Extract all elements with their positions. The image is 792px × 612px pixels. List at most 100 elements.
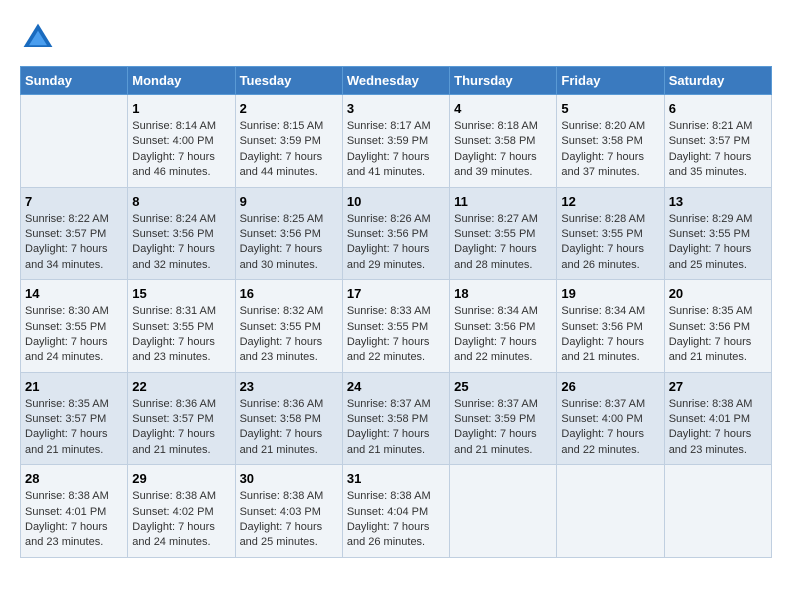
calendar-cell: 16Sunrise: 8:32 AM Sunset: 3:55 PM Dayli… xyxy=(235,280,342,373)
day-number: 30 xyxy=(240,471,338,486)
calendar-cell: 7 Sunrise: 8:22 AM Sunset: 3:57 PM Daylig… xyxy=(21,187,128,280)
calendar-table: SundayMondayTuesdayWednesdayThursdayFrid… xyxy=(20,66,772,558)
calendar-week-row: 28 Sunrise: 8:38 AM Sunset: 4:01 PM Dayli… xyxy=(21,465,772,558)
day-number: 31 xyxy=(347,471,445,486)
header-saturday: Saturday xyxy=(664,67,771,95)
calendar-week-row: 7 Sunrise: 8:22 AM Sunset: 3:57 PM Daylig… xyxy=(21,187,772,280)
day-info: Sunrise: 8:38 AM Sunset: 4:03 PM Dayligh… xyxy=(240,489,338,551)
page-header xyxy=(20,20,772,56)
calendar-cell xyxy=(664,465,771,558)
day-number: 8 xyxy=(132,194,230,209)
day-number: 7 xyxy=(25,194,123,209)
day-info: Sunrise: 8:20 AM Sunset: 3:58 PM Dayligh… xyxy=(561,119,659,181)
calendar-cell: 12 Sunrise: 8:28 AM Sunset: 3:55 PM Dayli… xyxy=(557,187,664,280)
header-sunday: Sunday xyxy=(21,67,128,95)
day-number: 12 xyxy=(561,194,659,209)
calendar-cell: 10 Sunrise: 8:26 AM Sunset: 3:56 PM Dayli… xyxy=(342,187,449,280)
calendar-cell: 8 Sunrise: 8:24 AM Sunset: 3:56 PM Daylig… xyxy=(128,187,235,280)
day-info: Sunrise: 8:38 AM Sunset: 4:02 PM Dayligh… xyxy=(132,489,230,551)
day-number: 15 xyxy=(132,286,230,301)
calendar-cell: 25 Sunrise: 8:37 AM Sunset: 3:59 PM Dayli… xyxy=(450,372,557,465)
day-number: 14 xyxy=(25,286,123,301)
calendar-cell: 28 Sunrise: 8:38 AM Sunset: 4:01 PM Dayli… xyxy=(21,465,128,558)
calendar-cell: 6 Sunrise: 8:21 AM Sunset: 3:57 PM Daylig… xyxy=(664,95,771,188)
day-number: 1 xyxy=(132,101,230,116)
day-number: 24 xyxy=(347,379,445,394)
day-info: Sunrise: 8:36 AM Sunset: 3:58 PM Dayligh… xyxy=(240,397,338,459)
header-wednesday: Wednesday xyxy=(342,67,449,95)
day-info: Sunrise: 8:38 AM Sunset: 4:01 PM Dayligh… xyxy=(669,397,767,459)
day-info: Sunrise: 8:34 AM Sunset: 3:56 PM Dayligh… xyxy=(561,304,659,366)
day-info: Sunrise: 8:38 AM Sunset: 4:04 PM Dayligh… xyxy=(347,489,445,551)
day-number: 19 xyxy=(561,286,659,301)
day-info: Sunrise: 8:26 AM Sunset: 3:56 PM Dayligh… xyxy=(347,212,445,274)
day-number: 18 xyxy=(454,286,552,301)
day-info: Sunrise: 8:33 AM Sunset: 3:55 PM Dayligh… xyxy=(347,304,445,366)
day-info: Sunrise: 8:21 AM Sunset: 3:57 PM Dayligh… xyxy=(669,119,767,181)
calendar-cell: 31 Sunrise: 8:38 AM Sunset: 4:04 PM Dayli… xyxy=(342,465,449,558)
calendar-cell: 21Sunrise: 8:35 AM Sunset: 3:57 PM Dayli… xyxy=(21,372,128,465)
calendar-cell: 13Sunrise: 8:29 AM Sunset: 3:55 PM Dayli… xyxy=(664,187,771,280)
calendar-cell xyxy=(450,465,557,558)
calendar-cell: 22Sunrise: 8:36 AM Sunset: 3:57 PM Dayli… xyxy=(128,372,235,465)
day-number: 4 xyxy=(454,101,552,116)
day-number: 28 xyxy=(25,471,123,486)
day-number: 17 xyxy=(347,286,445,301)
day-info: Sunrise: 8:28 AM Sunset: 3:55 PM Dayligh… xyxy=(561,212,659,274)
day-info: Sunrise: 8:22 AM Sunset: 3:57 PM Dayligh… xyxy=(25,212,123,274)
calendar-cell: 17 Sunrise: 8:33 AM Sunset: 3:55 PM Dayli… xyxy=(342,280,449,373)
day-info: Sunrise: 8:15 AM Sunset: 3:59 PM Dayligh… xyxy=(240,119,338,181)
header-friday: Friday xyxy=(557,67,664,95)
day-info: Sunrise: 8:32 AM Sunset: 3:55 PM Dayligh… xyxy=(240,304,338,366)
day-number: 29 xyxy=(132,471,230,486)
header-tuesday: Tuesday xyxy=(235,67,342,95)
day-info: Sunrise: 8:37 AM Sunset: 3:58 PM Dayligh… xyxy=(347,397,445,459)
day-number: 22 xyxy=(132,379,230,394)
day-number: 21 xyxy=(25,379,123,394)
calendar-cell: 11 Sunrise: 8:27 AM Sunset: 3:55 PM Dayli… xyxy=(450,187,557,280)
day-number: 2 xyxy=(240,101,338,116)
calendar-cell: 19 Sunrise: 8:34 AM Sunset: 3:56 PM Dayli… xyxy=(557,280,664,373)
logo-icon xyxy=(20,20,56,56)
day-info: Sunrise: 8:37 AM Sunset: 4:00 PM Dayligh… xyxy=(561,397,659,459)
day-info: Sunrise: 8:30 AM Sunset: 3:55 PM Dayligh… xyxy=(25,304,123,366)
calendar-week-row: 14 Sunrise: 8:30 AM Sunset: 3:55 PM Dayli… xyxy=(21,280,772,373)
day-number: 26 xyxy=(561,379,659,394)
day-number: 11 xyxy=(454,194,552,209)
calendar-cell: 23 Sunrise: 8:36 AM Sunset: 3:58 PM Dayli… xyxy=(235,372,342,465)
day-info: Sunrise: 8:31 AM Sunset: 3:55 PM Dayligh… xyxy=(132,304,230,366)
calendar-cell xyxy=(557,465,664,558)
day-info: Sunrise: 8:14 AM Sunset: 4:00 PM Dayligh… xyxy=(132,119,230,181)
day-info: Sunrise: 8:18 AM Sunset: 3:58 PM Dayligh… xyxy=(454,119,552,181)
calendar-cell: 3Sunrise: 8:17 AM Sunset: 3:59 PM Daylig… xyxy=(342,95,449,188)
calendar-cell: 4 Sunrise: 8:18 AM Sunset: 3:58 PM Daylig… xyxy=(450,95,557,188)
day-info: Sunrise: 8:24 AM Sunset: 3:56 PM Dayligh… xyxy=(132,212,230,274)
day-number: 3 xyxy=(347,101,445,116)
day-info: Sunrise: 8:37 AM Sunset: 3:59 PM Dayligh… xyxy=(454,397,552,459)
calendar-cell: 9Sunrise: 8:25 AM Sunset: 3:56 PM Daylig… xyxy=(235,187,342,280)
day-info: Sunrise: 8:27 AM Sunset: 3:55 PM Dayligh… xyxy=(454,212,552,274)
day-info: Sunrise: 8:29 AM Sunset: 3:55 PM Dayligh… xyxy=(669,212,767,274)
calendar-cell: 29 Sunrise: 8:38 AM Sunset: 4:02 PM Dayli… xyxy=(128,465,235,558)
calendar-cell: 24 Sunrise: 8:37 AM Sunset: 3:58 PM Dayli… xyxy=(342,372,449,465)
day-number: 23 xyxy=(240,379,338,394)
day-number: 25 xyxy=(454,379,552,394)
calendar-week-row: 21Sunrise: 8:35 AM Sunset: 3:57 PM Dayli… xyxy=(21,372,772,465)
day-number: 6 xyxy=(669,101,767,116)
calendar-cell xyxy=(21,95,128,188)
day-info: Sunrise: 8:38 AM Sunset: 4:01 PM Dayligh… xyxy=(25,489,123,551)
calendar-cell: 5 Sunrise: 8:20 AM Sunset: 3:58 PM Daylig… xyxy=(557,95,664,188)
day-number: 10 xyxy=(347,194,445,209)
calendar-cell: 20Sunrise: 8:35 AM Sunset: 3:56 PM Dayli… xyxy=(664,280,771,373)
calendar-cell: 2 Sunrise: 8:15 AM Sunset: 3:59 PM Daylig… xyxy=(235,95,342,188)
day-info: Sunrise: 8:25 AM Sunset: 3:56 PM Dayligh… xyxy=(240,212,338,274)
calendar-cell: 30 Sunrise: 8:38 AM Sunset: 4:03 PM Dayli… xyxy=(235,465,342,558)
day-number: 5 xyxy=(561,101,659,116)
day-info: Sunrise: 8:35 AM Sunset: 3:56 PM Dayligh… xyxy=(669,304,767,366)
calendar-header-row: SundayMondayTuesdayWednesdayThursdayFrid… xyxy=(21,67,772,95)
calendar-cell: 1 Sunrise: 8:14 AM Sunset: 4:00 PM Daylig… xyxy=(128,95,235,188)
logo xyxy=(20,20,60,56)
calendar-cell: 18Sunrise: 8:34 AM Sunset: 3:56 PM Dayli… xyxy=(450,280,557,373)
header-monday: Monday xyxy=(128,67,235,95)
calendar-cell: 15 Sunrise: 8:31 AM Sunset: 3:55 PM Dayli… xyxy=(128,280,235,373)
